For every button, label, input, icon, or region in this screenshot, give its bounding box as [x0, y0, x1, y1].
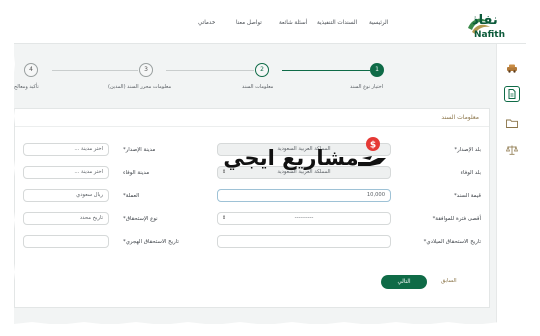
top-header: الرئيسية السندات التنفيذية أسئلة شائعة ت…: [14, 10, 526, 44]
watermark: مشاريع ايجي $: [216, 136, 396, 186]
payment-city-select[interactable]: اختر مدينة ...: [23, 166, 109, 179]
step-1-circle[interactable]: 1: [370, 63, 384, 77]
svg-text:$: $: [370, 141, 376, 151]
watermark-text: مشاريع ايجي: [223, 146, 359, 170]
step-4-label: تأكيد ومعالج: [14, 84, 39, 90]
chevron-updown-icon: ⇕: [222, 215, 227, 221]
app-page: الرئيسية السندات التنفيذية أسئلة شائعة ت…: [14, 10, 526, 324]
due-date-hijri-label: تاريخ الاستحقاق الهجري*: [123, 239, 179, 245]
currency-value: ريال سعودي: [76, 192, 103, 198]
next-button[interactable]: التالي: [381, 275, 427, 289]
nav-contact[interactable]: تواصل معنا: [236, 20, 262, 26]
step-connector: [166, 70, 254, 71]
icon-sidebar: [496, 44, 526, 324]
scales-icon[interactable]: [504, 142, 520, 158]
due-date-gregorian-label: تاريخ الاستحقاق الميلادي*: [423, 239, 481, 245]
due-date-hijri-input[interactable]: [23, 235, 109, 248]
logo-english: Nafith: [474, 30, 505, 40]
step-1-label: اختيار نوع السند: [350, 84, 384, 90]
bond-value-input[interactable]: 10,000: [217, 189, 391, 202]
currency-select[interactable]: ريال سعودي: [23, 189, 109, 202]
card-header: معلومات السند: [15, 109, 489, 127]
approval-period-label: أقصى فترة للموافقة*: [432, 216, 481, 222]
issue-city-label: مدينة الإصدار*: [123, 147, 156, 153]
due-type-select[interactable]: تاريخ محدد: [23, 212, 109, 225]
approval-period-select[interactable]: ⇕ ----------: [217, 212, 391, 225]
issue-city-select[interactable]: اختر مدينة ...: [23, 143, 109, 156]
money-hand-icon: $: [358, 137, 386, 166]
nav-my-services[interactable]: خدماتي: [198, 20, 215, 26]
nav-executive-bonds[interactable]: السندات التنفيذية: [317, 20, 357, 26]
step-2-circle[interactable]: 2: [255, 63, 269, 77]
section-title: معلومات السند: [441, 114, 479, 121]
previous-link[interactable]: السابق: [441, 278, 457, 284]
step-connector: [52, 70, 138, 71]
progress-stepper: 1 2 3 4 اختيار نوع السند معلومات السند م…: [14, 44, 496, 104]
nav-home[interactable]: الرئيسية: [369, 20, 388, 26]
car-icon[interactable]: [504, 60, 520, 76]
nav-faq[interactable]: أسئلة شائعة: [279, 20, 307, 26]
due-type-label: نوع الإستحقاق*: [123, 216, 158, 222]
currency-label: العملة*: [123, 193, 140, 199]
due-type-value: تاريخ محدد: [79, 215, 103, 221]
step-3-circle[interactable]: 3: [139, 63, 153, 77]
bond-value-label: قيمة السند*: [453, 193, 481, 199]
step-2-label: معلومات السند: [242, 84, 274, 90]
folder-icon[interactable]: [504, 116, 520, 132]
approval-period-value: ----------: [294, 215, 314, 221]
issue-country-label: بلد الإصدار*: [454, 147, 481, 153]
payment-country-label: بلد الوفاء: [460, 170, 481, 176]
step-3-label: معلومات محرر السند (المدين): [108, 84, 172, 90]
bond-value-value: 10,000: [366, 192, 385, 198]
payment-city-value: اختر مدينة ...: [74, 169, 103, 175]
document-icon[interactable]: [504, 86, 520, 102]
due-date-gregorian-input[interactable]: [217, 235, 391, 248]
payment-city-label: مدينة الوفاء: [123, 170, 150, 176]
logo-arabic: نفاذ: [472, 13, 498, 28]
step-connector-done: [282, 70, 370, 71]
step-4-circle[interactable]: 4: [24, 63, 38, 77]
issue-city-value: اختر مدينة ...: [74, 146, 103, 152]
